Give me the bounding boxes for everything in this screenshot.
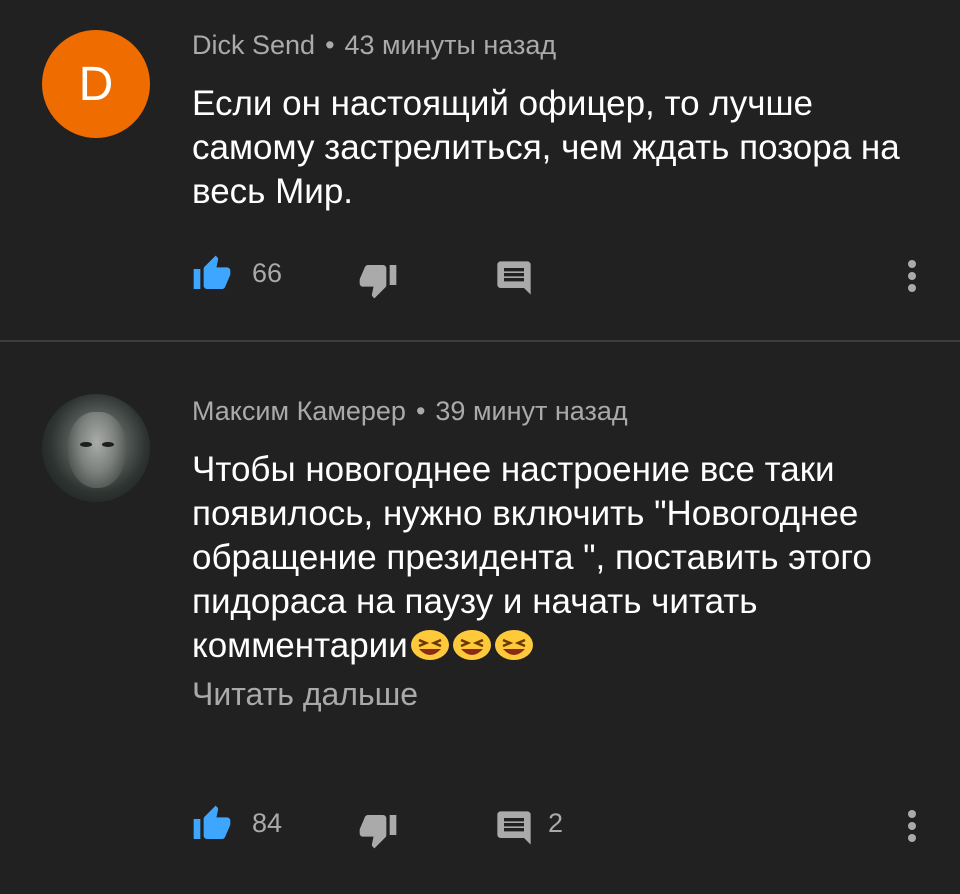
reply-icon[interactable] xyxy=(494,258,534,298)
laughing-emoji-icon xyxy=(410,630,449,660)
more-vert-icon[interactable] xyxy=(900,256,924,296)
timestamp[interactable]: 43 минуты назад xyxy=(345,30,557,60)
thumbs-up-icon[interactable] xyxy=(192,254,232,294)
laughing-emoji-icon xyxy=(494,630,533,660)
reply-count: 2 xyxy=(548,808,564,838)
meta-separator: • xyxy=(325,30,335,60)
read-more-link[interactable]: Читать дальше xyxy=(192,676,418,713)
comment-1: D Dick Send • 43 минуты назад Если он наст… xyxy=(0,0,960,340)
author-name[interactable]: Dick Send xyxy=(192,30,315,60)
comment-text: Если он настоящий офицер, то лучше самом… xyxy=(192,84,900,211)
comment-meta: Максим Камерер • 39 минут назад xyxy=(192,396,628,427)
laughing-emoji-icon xyxy=(452,630,491,660)
comment-actions: 84 2 xyxy=(192,804,932,849)
like-count: 66 xyxy=(252,258,283,288)
avatar-eye xyxy=(80,442,92,447)
avatar-eye xyxy=(102,442,114,447)
thumbs-down-icon[interactable] xyxy=(358,810,398,850)
avatar-letter: D xyxy=(78,57,114,111)
avatar-face xyxy=(68,412,126,488)
timestamp[interactable]: 39 минут назад xyxy=(435,396,627,426)
comment-text: Чтобы новогоднее настроение все таки поя… xyxy=(192,448,912,668)
like-count: 84 xyxy=(252,808,283,838)
thumbs-up-icon[interactable] xyxy=(192,804,232,844)
reply-icon[interactable] xyxy=(494,808,534,848)
avatar[interactable] xyxy=(42,394,150,502)
meta-separator: • xyxy=(415,396,426,426)
more-vert-icon[interactable] xyxy=(900,806,924,846)
author-name[interactable]: Максим Камерер xyxy=(192,396,406,426)
thumbs-down-icon[interactable] xyxy=(358,260,398,300)
comment-meta: Dick Send • 43 минуты назад xyxy=(192,30,556,61)
avatar[interactable]: D xyxy=(42,30,150,138)
comment-2: Максим Камерер • 39 минут назад Чтобы ново… xyxy=(0,342,960,894)
comment-actions: 66 xyxy=(192,254,932,299)
